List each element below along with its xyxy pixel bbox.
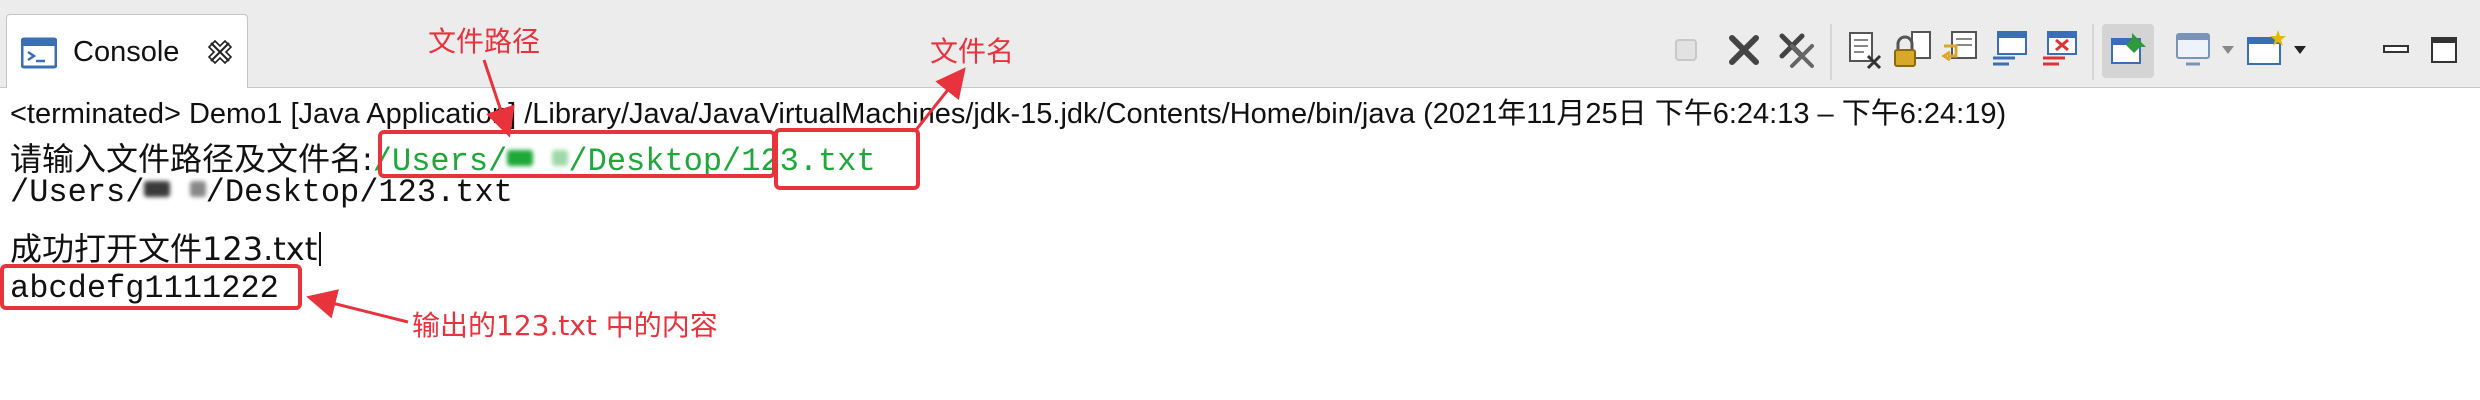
clear-console-icon[interactable] [1842, 28, 1886, 72]
console-toolbar [1652, 24, 2472, 82]
annotation-output-content: 输出的123.txt 中的内容 [412, 309, 718, 342]
word-wrap-icon[interactable] [1938, 28, 1982, 72]
chevron-down-icon[interactable] [2222, 46, 2234, 54]
maximize-icon[interactable] [2422, 28, 2466, 72]
success-message: 成功打开文件123.txt [10, 230, 318, 268]
console-line-echo: /Users/ /Desktop/123.txt [10, 174, 513, 211]
minimize-icon[interactable] [2374, 28, 2418, 72]
echo-path-start: /Users/ [10, 174, 145, 211]
highlight-output-content [0, 264, 302, 310]
open-console-icon[interactable] [2244, 28, 2288, 72]
highlight-file-path [378, 130, 776, 178]
tab-console[interactable]: Console [6, 14, 248, 88]
console-icon [20, 37, 58, 71]
display-selected-console-icon[interactable] [2172, 28, 2216, 72]
arrow-to-output-content [306, 289, 409, 324]
chevron-down-icon[interactable] [2294, 46, 2306, 54]
text-cursor [319, 232, 322, 266]
remove-all-terminated-icon[interactable] [1774, 28, 1818, 72]
launch-status-line: <terminated> Demo1 [Java Application] /L… [10, 98, 2007, 130]
redacted-username [144, 174, 206, 211]
close-icon[interactable] [205, 37, 235, 67]
remove-launch-icon[interactable] [1722, 28, 1766, 72]
scroll-lock-icon[interactable] [1890, 28, 1934, 72]
prompt-text: 请输入文件路径及文件名: [10, 140, 373, 178]
highlight-file-name [774, 128, 920, 190]
annotation-file-name: 文件名 [930, 35, 1015, 68]
view-toolbar-area: Console [0, 0, 2480, 88]
show-on-stderr-icon[interactable] [2038, 28, 2082, 72]
tab-console-label: Console [73, 36, 180, 68]
pin-console-icon[interactable] [2102, 24, 2154, 78]
terminate-icon[interactable] [1664, 28, 1708, 72]
annotation-file-path: 文件路径 [428, 25, 541, 58]
echo-path-end: /Desktop/123.txt [205, 174, 513, 211]
show-on-stdout-icon[interactable] [1988, 28, 2032, 72]
